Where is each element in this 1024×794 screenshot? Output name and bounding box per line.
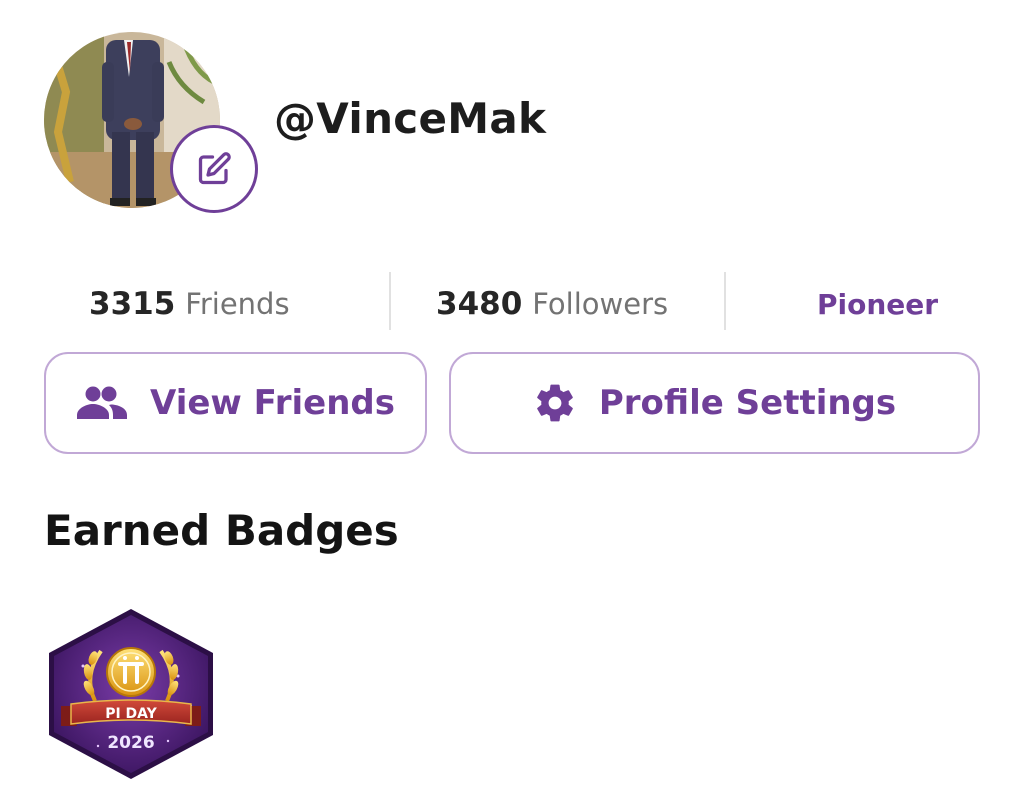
divider — [389, 272, 391, 330]
friends-count: 3315 — [89, 286, 176, 322]
pi-day-badge[interactable]: PI DAY 2026 — [43, 606, 219, 782]
followers-count: 3480 — [436, 286, 523, 322]
gear-icon — [533, 381, 577, 425]
badge-ribbon-text: PI DAY — [105, 706, 157, 722]
edit-avatar-button[interactable] — [170, 125, 258, 213]
badge-year: 2026 — [107, 733, 154, 753]
username: @VinceMak — [274, 94, 547, 143]
followers-stat[interactable]: 3480 Followers — [436, 282, 668, 326]
friends-label: Friends — [185, 287, 290, 321]
role-badge[interactable]: Pioneer — [817, 282, 938, 326]
profile-settings-label: Profile Settings — [598, 383, 897, 423]
people-icon — [76, 385, 128, 421]
earned-badges-title: Earned Badges — [44, 506, 399, 555]
followers-label: Followers — [532, 287, 669, 321]
edit-icon — [198, 152, 231, 185]
view-friends-label: View Friends — [150, 383, 395, 423]
view-friends-button[interactable]: View Friends — [44, 352, 427, 454]
profile-settings-button[interactable]: Profile Settings — [449, 352, 980, 454]
friends-stat[interactable]: 3315 Friends — [89, 282, 290, 326]
divider — [724, 272, 726, 330]
